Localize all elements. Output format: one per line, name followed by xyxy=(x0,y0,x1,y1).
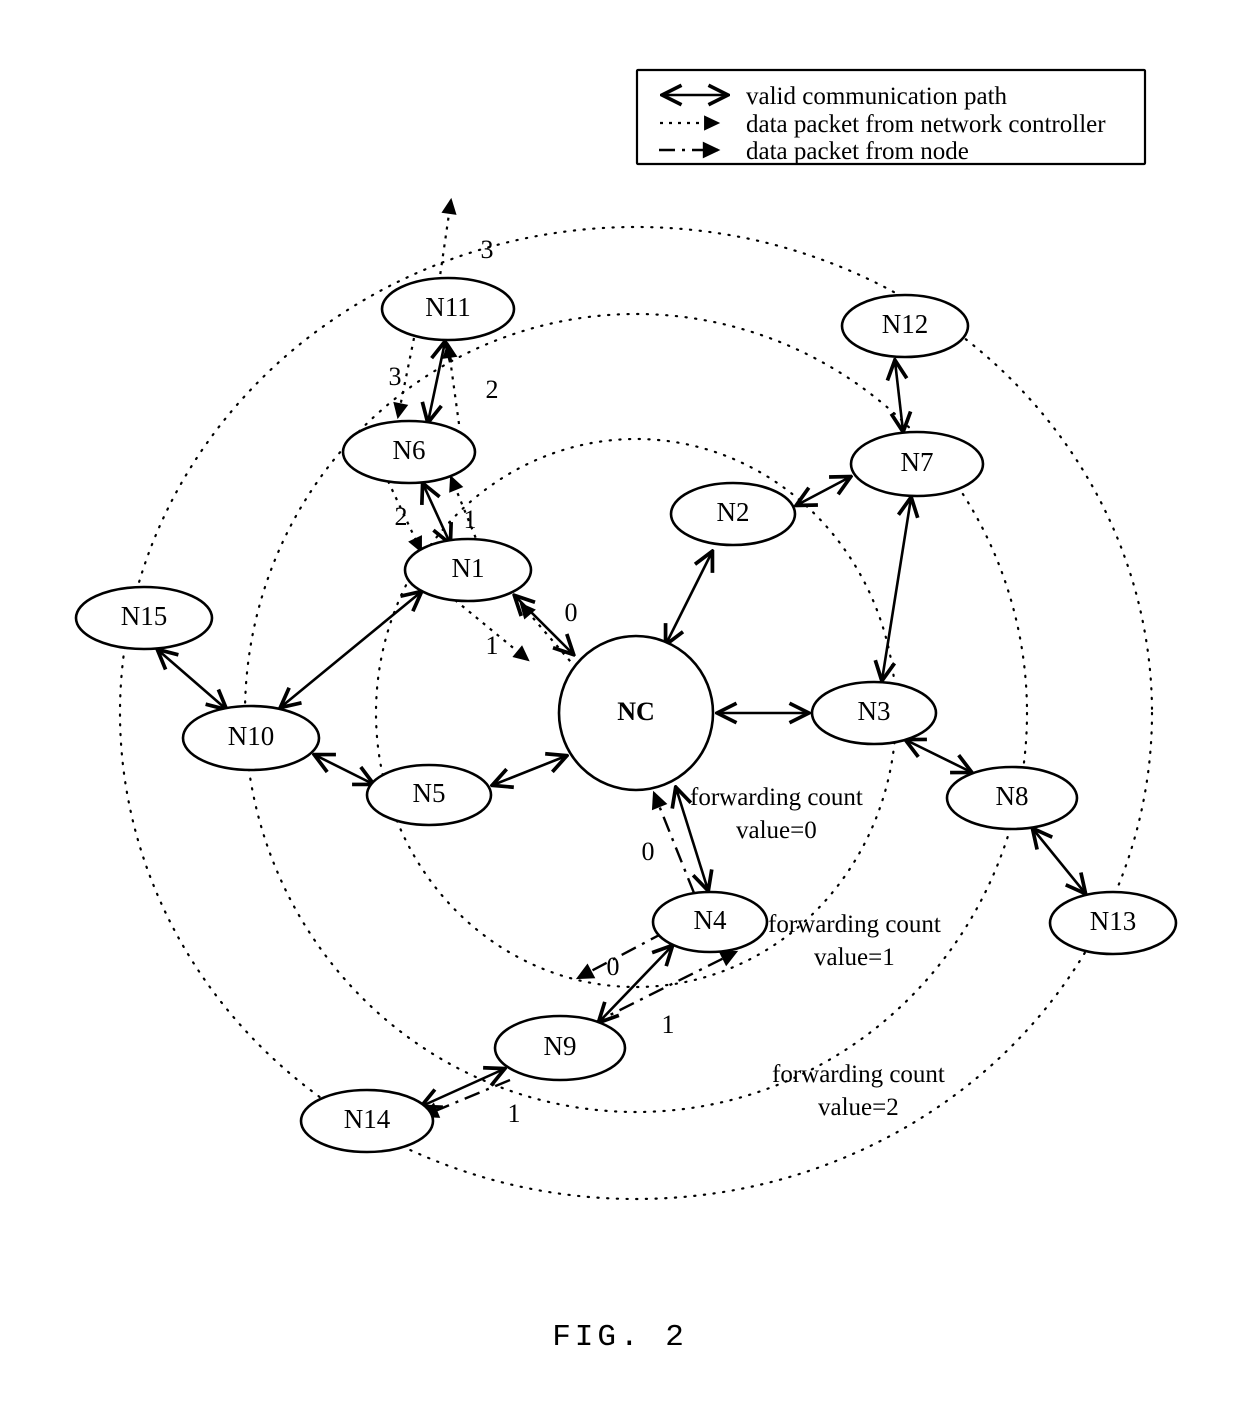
node-n9[interactable]: N9 xyxy=(493,1014,627,1082)
legend-label-valid-path: valid communication path xyxy=(746,83,1008,110)
fc0-line2: value=0 xyxy=(736,817,817,844)
fc2-line1: forwarding count xyxy=(772,1061,945,1088)
node-n15-label: N15 xyxy=(121,601,168,631)
node-n11[interactable]: N11 xyxy=(380,276,516,342)
node-n3[interactable]: N3 xyxy=(810,680,938,746)
legend-label-controller-packet: data packet from network controller xyxy=(746,111,1106,138)
node-n4-label: N4 xyxy=(694,905,727,935)
node-n8[interactable]: N8 xyxy=(945,765,1079,831)
forwarding-count-annotations: forwarding count value=0 forwarding coun… xyxy=(690,784,945,1121)
node-n14-label: N14 xyxy=(344,1104,391,1134)
legend-label-node-packet: data packet from node xyxy=(746,138,969,165)
node-nc[interactable]: NC xyxy=(557,634,715,792)
path-n2-n7 xyxy=(797,477,850,505)
path-n3-n8 xyxy=(906,740,971,772)
path-n1-n6 xyxy=(423,484,450,543)
node-n5-label: N5 xyxy=(413,778,446,808)
node-n9-label: N9 xyxy=(544,1031,577,1061)
path-n8-n13 xyxy=(1033,829,1085,893)
path-nc-n2 xyxy=(666,552,712,644)
node-n10-label: N10 xyxy=(228,721,275,751)
path-n6-n11 xyxy=(428,342,445,422)
fc2-line2: value=2 xyxy=(818,1094,899,1121)
node-n15[interactable]: N15 xyxy=(74,585,214,651)
hop-label-n9-n4: 1 xyxy=(662,1010,675,1039)
node-n13-label: N13 xyxy=(1090,906,1137,936)
packet-n4-to-nc xyxy=(651,790,696,894)
hop-label-n6-n1: 2 xyxy=(395,502,408,531)
path-n10-n1 xyxy=(281,592,421,707)
annotation-forwarding-count-2: forwarding count value=2 xyxy=(772,1061,945,1121)
patent-figure-2: valid communication path data packet fro… xyxy=(0,0,1240,1411)
hop-label-n4-n9: 0 xyxy=(607,952,620,981)
node-nc-label: NC xyxy=(617,697,655,726)
node-n7-label: N7 xyxy=(901,447,934,477)
fc1-line2: value=1 xyxy=(814,944,895,971)
path-n10-n5 xyxy=(315,755,373,784)
hop-label-n11-upstream: 3 xyxy=(481,235,494,264)
node-n6-label: N6 xyxy=(393,435,426,465)
path-n7-n3 xyxy=(882,498,911,680)
node-n7[interactable]: N7 xyxy=(849,430,985,498)
node-n10[interactable]: N10 xyxy=(181,704,321,772)
fc0-line1: forwarding count xyxy=(690,784,863,811)
node-n4[interactable]: N4 xyxy=(651,890,769,954)
node-n6[interactable]: N6 xyxy=(341,419,477,485)
annotation-forwarding-count-1: forwarding count value=1 xyxy=(768,911,941,971)
node-n1[interactable]: N1 xyxy=(403,537,533,603)
packet-n11-to-beyond xyxy=(437,197,457,284)
hop-label-n9-n14: 1 xyxy=(508,1099,521,1128)
fc1-line1: forwarding count xyxy=(768,911,941,938)
node-n11-label: N11 xyxy=(425,292,471,322)
node-n5[interactable]: N5 xyxy=(365,763,493,827)
node-n12-label: N12 xyxy=(882,309,929,339)
hop-label-n4-nc: 0 xyxy=(642,837,655,866)
node-n14[interactable]: N14 xyxy=(299,1088,435,1154)
annotation-forwarding-count-0: forwarding count value=0 xyxy=(690,784,863,844)
node-n13[interactable]: N13 xyxy=(1048,890,1178,956)
packet-n6-to-n11 xyxy=(442,341,461,425)
legend: valid communication path data packet fro… xyxy=(635,68,1147,166)
node-n8-label: N8 xyxy=(996,781,1029,811)
path-n5-nc xyxy=(493,756,566,785)
hop-label-n6-n11: 2 xyxy=(486,375,499,404)
hop-label-n1-downstream: 1 xyxy=(486,631,499,660)
network-nodes: NC N1 N2 N3 N4 N5 N6 N7 N8 N9 N10 N11 N1… xyxy=(74,276,1178,1154)
path-n9-n14 xyxy=(422,1069,504,1106)
node-n2-label: N2 xyxy=(717,497,750,527)
node-n2[interactable]: N2 xyxy=(669,481,797,547)
path-n15-n10 xyxy=(158,650,226,709)
hop-label-n11-n6: 3 xyxy=(389,362,402,391)
node-n12[interactable]: N12 xyxy=(840,293,970,359)
hop-label-nc-n1: 0 xyxy=(565,598,578,627)
node-n1-label: N1 xyxy=(452,553,485,583)
packet-n4-to-n9 xyxy=(575,930,666,980)
network-topology-diagram: valid communication path data packet fro… xyxy=(74,68,1178,1355)
figure-caption: FIG. 2 xyxy=(552,1320,688,1355)
hop-label-n1-n6: 1 xyxy=(464,505,477,534)
node-n3-label: N3 xyxy=(858,696,891,726)
path-n7-n12 xyxy=(895,361,903,431)
